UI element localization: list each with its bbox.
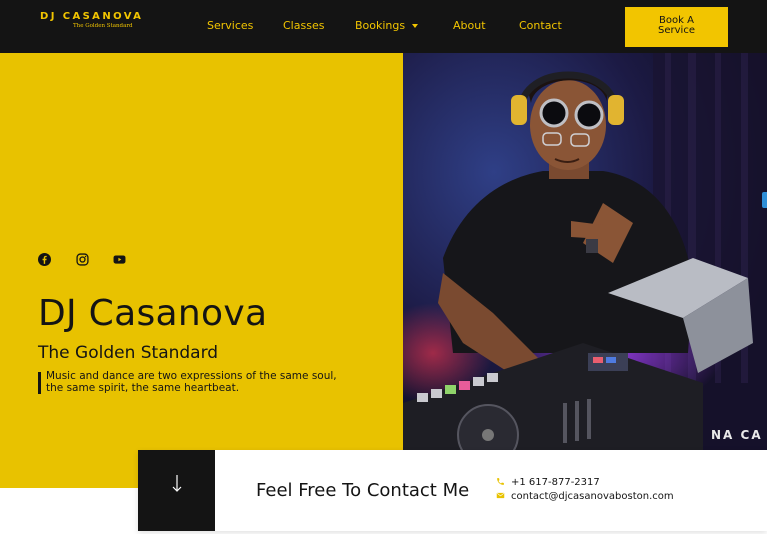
- contact-phone[interactable]: +1 617-877-2317: [496, 477, 600, 488]
- envelope-icon: [496, 492, 505, 499]
- nav-bookings[interactable]: Bookings: [355, 19, 419, 32]
- logo-wordmark: DJ CASANOVA: [40, 11, 144, 22]
- hero-title: DJ Casanova: [38, 293, 268, 334]
- arrow-down-icon: [172, 475, 182, 492]
- nav-services[interactable]: Services: [207, 19, 253, 32]
- scroll-down-button[interactable]: [138, 450, 215, 531]
- site-header: DJ CASANOVA The Golden Standard Services…: [0, 0, 767, 53]
- chevron-down-icon: [412, 24, 419, 28]
- nav-about[interactable]: About: [453, 19, 486, 32]
- quote-accent-bar: [38, 372, 41, 394]
- site-logo[interactable]: DJ CASANOVA The Golden Standard: [40, 11, 144, 29]
- book-service-button[interactable]: Book A Service: [625, 7, 728, 47]
- logo-tagline: The Golden Standard: [73, 23, 133, 29]
- hero-photo: NA CA: [403, 53, 767, 450]
- instagram-icon[interactable]: [76, 253, 89, 266]
- youtube-icon[interactable]: [113, 253, 126, 266]
- email-address: contact@djcasanovaboston.com: [511, 491, 674, 502]
- side-tab[interactable]: [762, 192, 767, 208]
- nav-contact[interactable]: Contact: [519, 19, 562, 32]
- phone-number: +1 617-877-2317: [511, 477, 600, 488]
- contact-bar: Feel Free To Contact Me +1 617-877-2317 …: [138, 450, 767, 531]
- book-button-line2: Service: [658, 25, 695, 36]
- photo-watermark-text: NA CA: [711, 428, 763, 442]
- nav-classes[interactable]: Classes: [283, 19, 324, 32]
- hero-panel: DJ Casanova The Golden Standard Music an…: [0, 53, 403, 488]
- facebook-icon[interactable]: [38, 253, 51, 266]
- hero-subtitle: The Golden Standard: [38, 343, 219, 363]
- phone-icon: [497, 478, 504, 485]
- contact-email[interactable]: contact@djcasanovaboston.com: [496, 491, 674, 502]
- dj-photo-illustration: [403, 53, 767, 450]
- nav-bookings-label: Bookings: [355, 19, 406, 32]
- contact-heading: Feel Free To Contact Me: [256, 480, 470, 501]
- hero-quote: Music and dance are two expressions of t…: [46, 370, 337, 394]
